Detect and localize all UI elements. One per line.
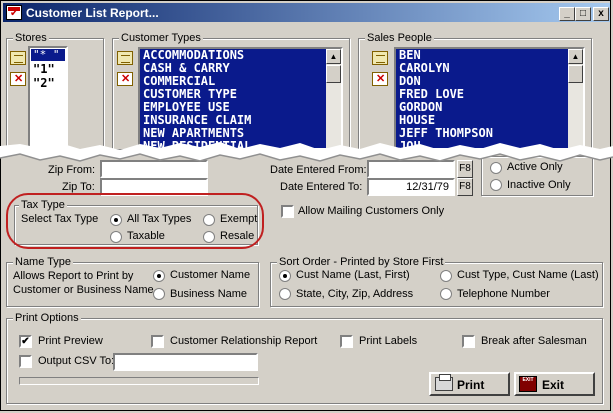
clear-selection-icon[interactable] xyxy=(117,72,133,86)
list-item[interactable]: "2" xyxy=(33,76,55,90)
customer-types-listbox[interactable]: ACCOMMODATIONS CASH & CARRY COMMERCIAL C… xyxy=(138,47,343,150)
sort-telephone-radio[interactable] xyxy=(440,288,452,300)
business-name-label: Business Name xyxy=(170,288,248,300)
print-options-label: Print Options xyxy=(13,312,81,324)
scroll-thumb[interactable] xyxy=(326,65,341,83)
sort-order-label: Sort Order - Printed by Store First xyxy=(277,256,446,268)
business-name-radio[interactable] xyxy=(153,288,165,300)
scroll-up-icon[interactable]: ▲ xyxy=(326,49,341,64)
name-type-desc-2: Customer or Business Name xyxy=(13,284,154,296)
minimize-button[interactable]: _ xyxy=(559,7,575,21)
name-type-label: Name Type xyxy=(13,256,74,268)
list-item[interactable]: JEFF THOMPSON xyxy=(396,127,583,140)
scroll-thumb[interactable] xyxy=(568,65,583,83)
title-bar[interactable]: Customer List Report... _ □ x xyxy=(3,3,610,22)
date-to-lookup-button[interactable]: F8 xyxy=(457,178,473,196)
close-button[interactable]: x xyxy=(593,7,609,21)
torn-edge xyxy=(0,142,613,162)
customer-types-scrollbar[interactable]: ▲ xyxy=(326,49,341,148)
clear-selection-icon[interactable] xyxy=(372,72,388,86)
exit-button[interactable]: EXIT Exit xyxy=(514,372,595,396)
allow-mailing-label: Allow Mailing Customers Only xyxy=(298,205,445,217)
window-title: Customer List Report... xyxy=(26,6,159,20)
list-item[interactable]: "* " xyxy=(31,49,65,61)
break-after-salesman-checkbox[interactable] xyxy=(462,335,475,348)
customer-types-label: Customer Types xyxy=(119,32,203,44)
allow-mailing-checkbox[interactable] xyxy=(281,205,294,218)
customer-name-radio[interactable] xyxy=(153,270,165,282)
customer-relationship-checkbox[interactable] xyxy=(151,335,164,348)
output-csv-label: Output CSV To: xyxy=(38,355,115,367)
sales-people-listbox[interactable]: BEN CAROLYN DON FRED LOVE GORDON HOUSE J… xyxy=(394,47,585,150)
print-labels-label: Print Labels xyxy=(359,335,418,347)
select-all-icon[interactable] xyxy=(117,51,133,65)
customer-name-label: Customer Name xyxy=(170,269,251,281)
select-all-icon[interactable] xyxy=(372,51,388,65)
date-to-input[interactable]: 12/31/79 xyxy=(367,178,455,196)
list-item[interactable]: CAROLYN xyxy=(396,62,583,75)
date-from-label: Date Entered From: xyxy=(270,164,367,176)
print-labels-checkbox[interactable] xyxy=(340,335,353,348)
sort-cust-type-label: Cust Type, Cust Name (Last) xyxy=(457,269,599,281)
output-csv-checkbox[interactable] xyxy=(19,355,32,368)
sort-cust-name-radio[interactable] xyxy=(279,270,291,282)
print-preview-label: Print Preview xyxy=(38,335,103,347)
exit-icon: EXIT xyxy=(519,376,537,392)
app-icon xyxy=(6,5,22,20)
list-item[interactable]: "1" xyxy=(33,62,55,76)
sort-state-radio[interactable] xyxy=(279,288,291,300)
output-csv-input[interactable] xyxy=(113,353,258,371)
clear-selection-icon[interactable] xyxy=(10,72,26,86)
name-type-desc-1: Allows Report to Print by xyxy=(13,270,134,282)
maximize-button[interactable]: □ xyxy=(575,7,591,21)
print-button[interactable]: Print xyxy=(429,372,510,396)
sales-people-label: Sales People xyxy=(365,32,434,44)
print-preview-checkbox[interactable]: ✔ xyxy=(19,335,32,348)
inactive-only-radio[interactable] xyxy=(490,179,502,191)
inactive-only-label: Inactive Only xyxy=(507,179,571,191)
highlight-annotation xyxy=(6,193,264,249)
print-button-label: Print xyxy=(457,378,485,392)
printer-icon xyxy=(435,374,453,391)
break-after-salesman-label: Break after Salesman xyxy=(481,335,587,347)
stores-label: Stores xyxy=(13,32,49,44)
sort-cust-type-radio[interactable] xyxy=(440,270,452,282)
exit-button-label: Exit xyxy=(542,378,565,392)
progress-bar xyxy=(19,377,259,385)
select-all-icon[interactable] xyxy=(10,51,26,65)
scroll-up-icon[interactable]: ▲ xyxy=(568,49,583,64)
customer-relationship-label: Customer Relationship Report xyxy=(170,335,318,347)
sort-state-label: State, City, Zip, Address xyxy=(296,288,414,300)
stores-listbox[interactable]: "* " "1" "2" xyxy=(28,46,68,150)
zip-to-label: Zip To: xyxy=(62,181,95,193)
sort-cust-name-label: Cust Name (Last, First) xyxy=(296,269,410,281)
sales-people-scrollbar[interactable]: ▲ xyxy=(568,49,583,148)
zip-from-label: Zip From: xyxy=(48,164,96,176)
sort-telephone-label: Telephone Number xyxy=(457,288,550,300)
date-to-label: Date Entered To: xyxy=(280,181,363,193)
